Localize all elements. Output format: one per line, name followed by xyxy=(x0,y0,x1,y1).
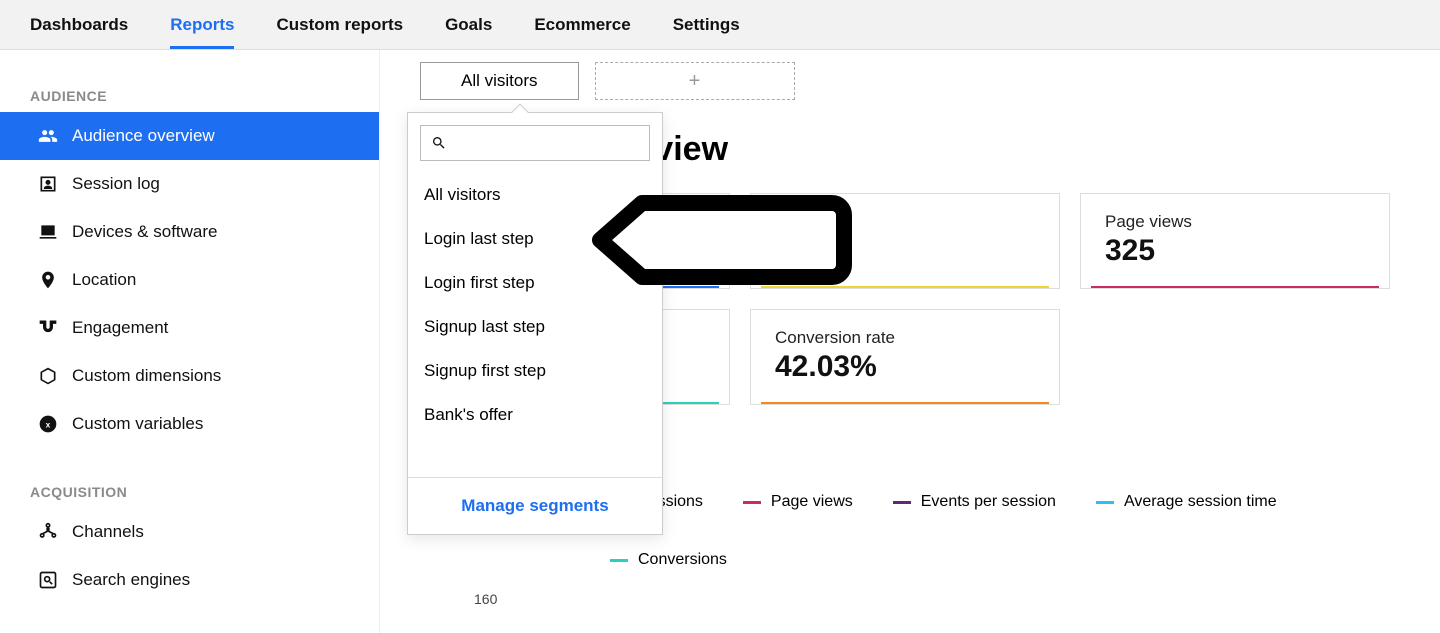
plus-icon: + xyxy=(689,70,701,93)
sidebar: AUDIENCE Audience overview Session log D… xyxy=(0,50,380,633)
segment-option[interactable]: Signup last step xyxy=(408,305,662,349)
variable-icon: x xyxy=(38,414,58,434)
chart-y-tick: 160 xyxy=(474,591,1410,607)
segment-dropdown: All visitors Login last step Login first… xyxy=(407,112,663,535)
metric-value: 325 xyxy=(1105,234,1365,268)
legend-swatch xyxy=(743,501,761,504)
sidebar-item-audience-overview[interactable]: Audience overview xyxy=(0,112,379,160)
metric-value: 42.03% xyxy=(775,350,1035,384)
legend-item[interactable]: Average session time xyxy=(1096,493,1277,511)
chart-legend: Sessions Page views Events per session A… xyxy=(610,493,1410,569)
topnav-dashboards[interactable]: Dashboards xyxy=(30,1,128,49)
segment-option[interactable]: Login first step xyxy=(408,261,662,305)
segment-search-box[interactable] xyxy=(420,125,650,161)
metric-accent-bar xyxy=(761,286,1049,288)
segment-option[interactable]: Signup first step xyxy=(408,349,662,393)
svg-text:x: x xyxy=(46,419,51,429)
segment-search-input[interactable] xyxy=(455,134,639,152)
sidebar-item-label: Search engines xyxy=(72,570,190,590)
main-content: All visitors + All visitors Login last s… xyxy=(380,50,1440,633)
legend-swatch xyxy=(893,501,911,504)
segment-search-wrap xyxy=(408,113,662,173)
sidebar-item-location[interactable]: Location xyxy=(0,256,379,304)
sidebar-item-custom-dimensions[interactable]: Custom dimensions xyxy=(0,352,379,400)
add-segment-button[interactable]: + xyxy=(595,62,795,100)
topnav-settings[interactable]: Settings xyxy=(673,1,740,49)
cube-icon xyxy=(38,366,58,386)
legend-label: Conversions xyxy=(638,551,727,569)
metric-card-page-views[interactable]: Page views 325 xyxy=(1080,193,1390,289)
sidebar-section-acquisition: ACQUISITION xyxy=(0,476,379,508)
segment-row: All visitors + xyxy=(420,62,795,100)
topnav-reports[interactable]: Reports xyxy=(170,1,234,49)
device-icon xyxy=(38,222,58,242)
legend-label: Average session time xyxy=(1124,493,1277,511)
legend-label: Page views xyxy=(771,493,853,511)
metric-label: Sessions xyxy=(775,212,1035,232)
sidebar-item-label: Session log xyxy=(72,174,160,194)
metric-card-sessions[interactable]: Sessions xyxy=(750,193,1060,289)
topnav-custom-reports[interactable]: Custom reports xyxy=(276,1,403,49)
metric-label: Conversion rate xyxy=(775,328,1035,348)
legend-item[interactable]: Events per session xyxy=(893,493,1056,511)
sidebar-item-label: Channels xyxy=(72,522,144,542)
users-icon xyxy=(38,126,58,146)
metric-card-conversion-rate[interactable]: Conversion rate 42.03% xyxy=(750,309,1060,405)
sidebar-item-search-engines[interactable]: Search engines xyxy=(0,556,379,604)
channels-icon xyxy=(38,522,58,542)
legend-item[interactable]: Conversions xyxy=(610,551,727,569)
legend-item[interactable]: Page views xyxy=(743,493,853,511)
sidebar-item-label: Custom dimensions xyxy=(72,366,221,386)
segment-option[interactable]: Login last step xyxy=(408,217,662,261)
metric-accent-bar xyxy=(761,402,1049,404)
sidebar-item-label: Engagement xyxy=(72,318,168,338)
topnav-ecommerce[interactable]: Ecommerce xyxy=(534,1,630,49)
legend-label: Events per session xyxy=(921,493,1056,511)
search-icon xyxy=(431,134,447,152)
sidebar-item-session-log[interactable]: Session log xyxy=(0,160,379,208)
segment-option[interactable]: All visitors xyxy=(408,173,662,217)
pin-icon xyxy=(38,270,58,290)
top-nav: Dashboards Reports Custom reports Goals … xyxy=(0,0,1440,50)
sidebar-item-label: Audience overview xyxy=(72,126,215,146)
person-box-icon xyxy=(38,174,58,194)
sidebar-item-label: Devices & software xyxy=(72,222,218,242)
segment-chip-selected[interactable]: All visitors xyxy=(420,62,579,100)
manage-segments-link[interactable]: Manage segments xyxy=(408,477,662,534)
sidebar-section-audience: AUDIENCE xyxy=(0,80,379,112)
topnav-goals[interactable]: Goals xyxy=(445,1,492,49)
legend-swatch xyxy=(610,559,628,562)
sidebar-item-custom-variables[interactable]: x Custom variables xyxy=(0,400,379,448)
legend-swatch xyxy=(1096,501,1114,504)
sidebar-item-engagement[interactable]: Engagement xyxy=(0,304,379,352)
magnet-icon xyxy=(38,318,58,338)
sidebar-item-channels[interactable]: Channels xyxy=(0,508,379,556)
sidebar-item-label: Custom variables xyxy=(72,414,203,434)
search-engines-icon xyxy=(38,570,58,590)
segment-option[interactable]: Bank's offer xyxy=(408,393,662,437)
sidebar-item-label: Location xyxy=(72,270,136,290)
metric-accent-bar xyxy=(1091,286,1379,288)
metric-label: Page views xyxy=(1105,212,1365,232)
sidebar-item-devices-software[interactable]: Devices & software xyxy=(0,208,379,256)
